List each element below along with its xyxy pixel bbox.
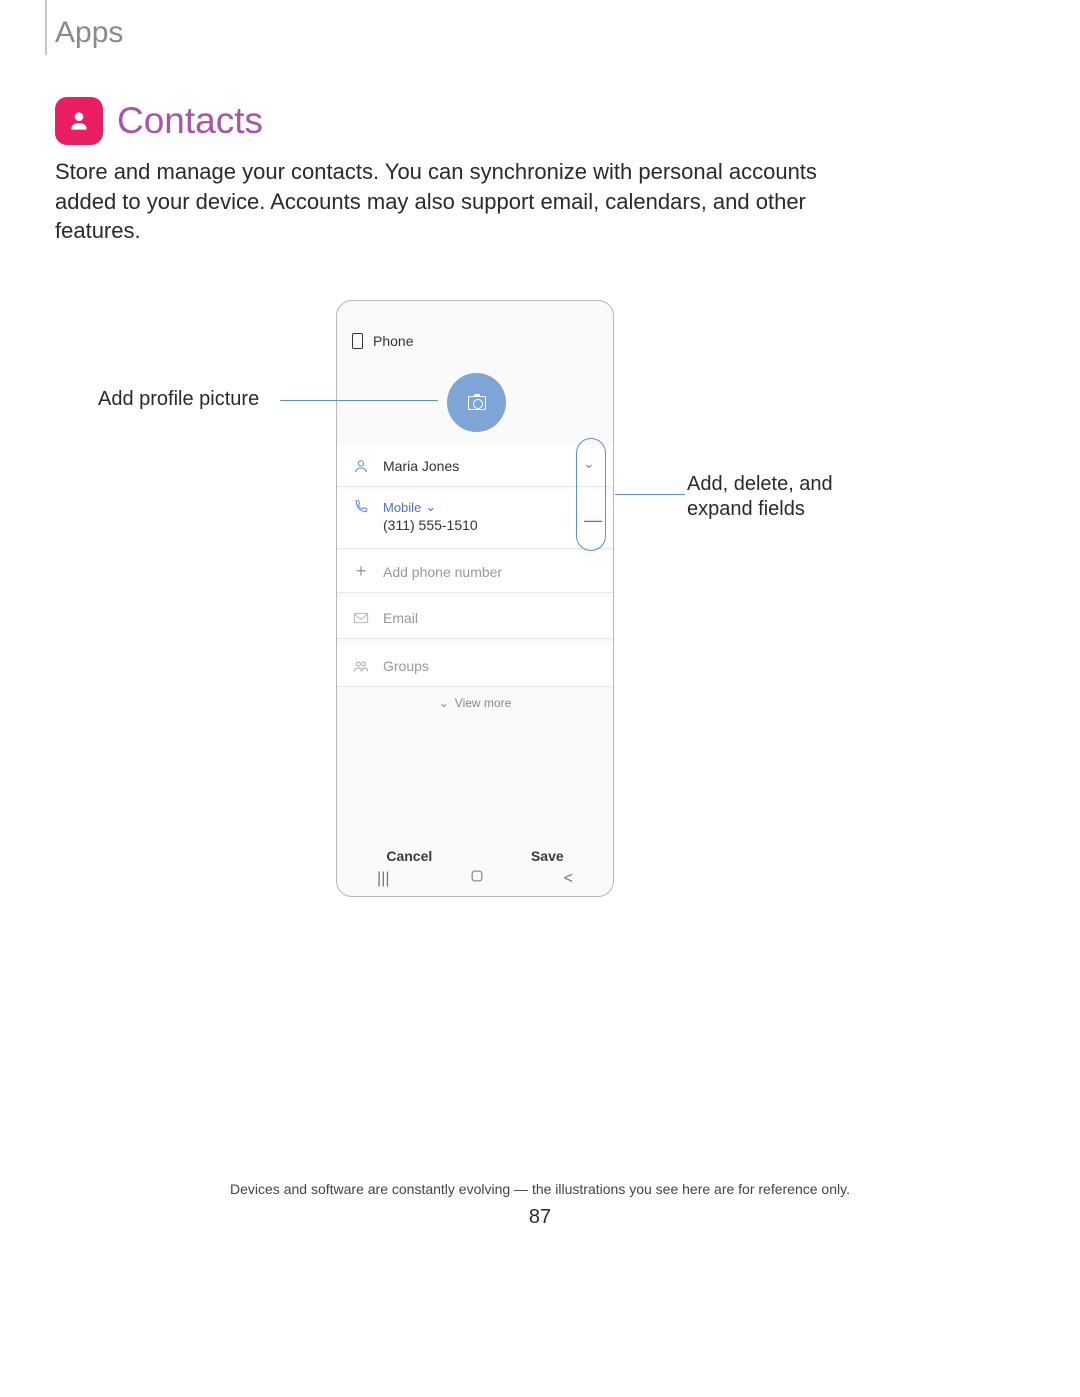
action-buttons: Cancel Save	[337, 848, 613, 864]
nav-bar: ||| <	[337, 869, 613, 888]
header-divider	[45, 0, 47, 55]
save-button[interactable]: Save	[531, 848, 564, 864]
storage-location[interactable]: Phone	[352, 333, 413, 349]
groups-field[interactable]: Groups	[337, 645, 613, 687]
delete-minus-icon[interactable]: —	[584, 510, 602, 531]
add-profile-picture-button[interactable]	[447, 373, 506, 432]
mail-icon	[353, 610, 369, 626]
phone-field[interactable]: Mobile ⌄ (311) 555-1510	[337, 489, 613, 549]
phone-mock: Phone Maria Jones Mobile ⌄ (311) 555-151…	[336, 300, 614, 897]
callout-profile-picture: Add profile picture	[98, 388, 259, 411]
name-value: Maria Jones	[383, 458, 459, 474]
recents-nav-icon[interactable]: |||	[377, 870, 389, 888]
add-phone-row[interactable]: + Add phone number	[337, 551, 613, 593]
groups-label: Groups	[383, 658, 429, 674]
intro-paragraph: Store and manage your contacts. You can …	[55, 157, 875, 246]
email-label: Email	[383, 610, 418, 626]
phone-icon	[353, 499, 369, 515]
chevron-down-icon: ⌄	[425, 499, 436, 515]
camera-icon	[468, 396, 486, 410]
callout-fields: Add, delete, and expand fields	[687, 472, 887, 522]
device-icon	[352, 333, 363, 349]
expand-chevron-icon[interactable]: ⌄	[583, 455, 595, 472]
cancel-button[interactable]: Cancel	[386, 848, 432, 864]
page-title: Contacts	[117, 100, 263, 142]
person-icon	[353, 458, 369, 474]
view-more-label: View more	[455, 696, 511, 710]
phone-type-label: Mobile	[383, 500, 421, 515]
view-more-button[interactable]: ⌄ View more	[337, 696, 613, 710]
section-header: Apps	[55, 16, 123, 50]
plus-icon: +	[353, 564, 369, 580]
add-phone-label: Add phone number	[383, 564, 502, 580]
footer-note: Devices and software are constantly evol…	[0, 1181, 1080, 1197]
page-number: 87	[0, 1206, 1080, 1229]
callout-line-right	[615, 494, 685, 495]
phone-type-dropdown[interactable]: Mobile ⌄	[383, 499, 478, 515]
callout-line-left	[280, 400, 438, 401]
home-nav-icon[interactable]	[470, 869, 484, 888]
groups-icon	[353, 658, 369, 674]
storage-label: Phone	[373, 333, 413, 349]
name-field[interactable]: Maria Jones	[337, 445, 613, 487]
contacts-app-icon	[55, 97, 103, 145]
back-nav-icon[interactable]: <	[564, 870, 573, 888]
email-field[interactable]: Email	[337, 597, 613, 639]
phone-number-value: (311) 555-1510	[383, 517, 478, 533]
title-row: Contacts	[55, 97, 263, 145]
chevron-down-icon: ⌄	[439, 696, 449, 710]
